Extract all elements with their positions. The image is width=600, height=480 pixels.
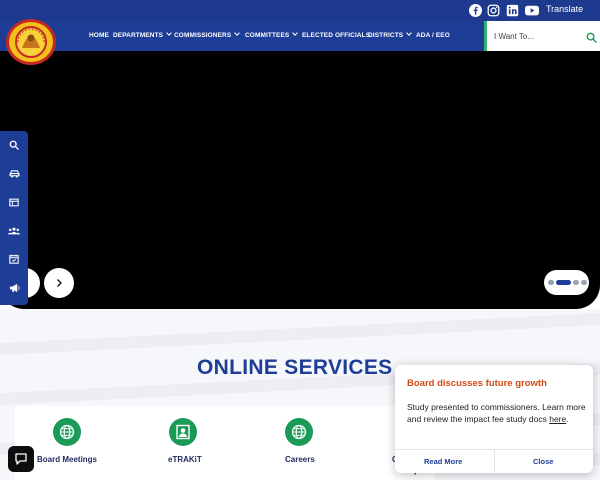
search-icon[interactable] xyxy=(586,30,597,48)
search-input[interactable]: I Want To... xyxy=(494,32,534,41)
service-board-meetings-button[interactable] xyxy=(53,418,81,446)
slide-dot[interactable] xyxy=(573,280,579,285)
service-careers-button[interactable] xyxy=(285,418,313,446)
county-seal-icon[interactable] xyxy=(6,19,56,65)
hero-media xyxy=(0,51,600,309)
slide-dot[interactable] xyxy=(581,280,587,285)
nav-elected-officials[interactable]: ELECTED OFFICIALS xyxy=(302,32,370,39)
quick-links-sidebar xyxy=(0,131,28,305)
translate-link[interactable]: Translate xyxy=(546,4,583,14)
chat-bubble-icon xyxy=(15,453,27,465)
popup-title: Board discusses future growth xyxy=(407,378,547,389)
news-alert-popup: Board discusses future growth Study pres… xyxy=(395,365,593,473)
portrait-icon xyxy=(176,424,190,440)
globe-icon xyxy=(59,424,75,440)
globe-icon xyxy=(291,424,307,440)
close-button[interactable]: Close xyxy=(533,457,553,466)
impact-fee-docs-link[interactable]: here xyxy=(549,414,566,424)
car-icon[interactable] xyxy=(6,166,22,182)
chevron-down-icon xyxy=(292,30,299,36)
chevron-down-icon xyxy=(406,30,413,36)
popup-body: Study presented to commissioners. Learn … xyxy=(407,402,586,424)
nav-departments[interactable]: DEPARTMENTS xyxy=(113,30,172,39)
people-icon[interactable] xyxy=(6,223,22,239)
service-label[interactable]: eTRAKiT xyxy=(168,455,202,464)
chevron-down-icon xyxy=(234,30,241,36)
search-icon[interactable] xyxy=(6,137,22,153)
i-want-to-search[interactable]: I Want To... xyxy=(484,21,600,51)
service-etrakit-button[interactable] xyxy=(169,418,197,446)
slide-dot[interactable] xyxy=(548,280,554,285)
nav-districts[interactable]: DISTRICTS xyxy=(368,30,413,39)
instagram-icon[interactable] xyxy=(485,2,501,18)
chevron-right-icon xyxy=(57,279,62,287)
nav-committees[interactable]: COMMITTEES xyxy=(245,30,299,39)
megaphone-icon[interactable] xyxy=(6,280,22,296)
online-services-heading: ONLINE SERVICES xyxy=(197,356,393,379)
next-slide-button[interactable] xyxy=(44,268,74,298)
slide-dot-active[interactable] xyxy=(556,280,571,285)
linkedin-icon[interactable] xyxy=(504,2,520,18)
nav-commissioners[interactable]: COMMISSIONERS xyxy=(174,30,241,39)
facebook-icon[interactable] xyxy=(467,2,483,18)
nav-home[interactable]: HOME xyxy=(89,32,109,39)
browser-icon[interactable] xyxy=(6,194,22,210)
chat-button[interactable] xyxy=(8,446,34,472)
services-panel xyxy=(15,406,435,480)
service-label[interactable]: Board Meetings xyxy=(37,455,97,464)
nav-ada-eeo[interactable]: ADA / EEO xyxy=(416,32,450,39)
popup-actions: Read More Close xyxy=(395,449,593,473)
youtube-icon[interactable] xyxy=(524,2,540,18)
slider-pagination xyxy=(544,270,589,295)
service-label[interactable]: Careers xyxy=(285,455,315,464)
chevron-down-icon xyxy=(166,30,172,36)
divider xyxy=(494,450,495,473)
read-more-button[interactable]: Read More xyxy=(424,457,462,466)
calendar-icon[interactable] xyxy=(6,251,22,267)
